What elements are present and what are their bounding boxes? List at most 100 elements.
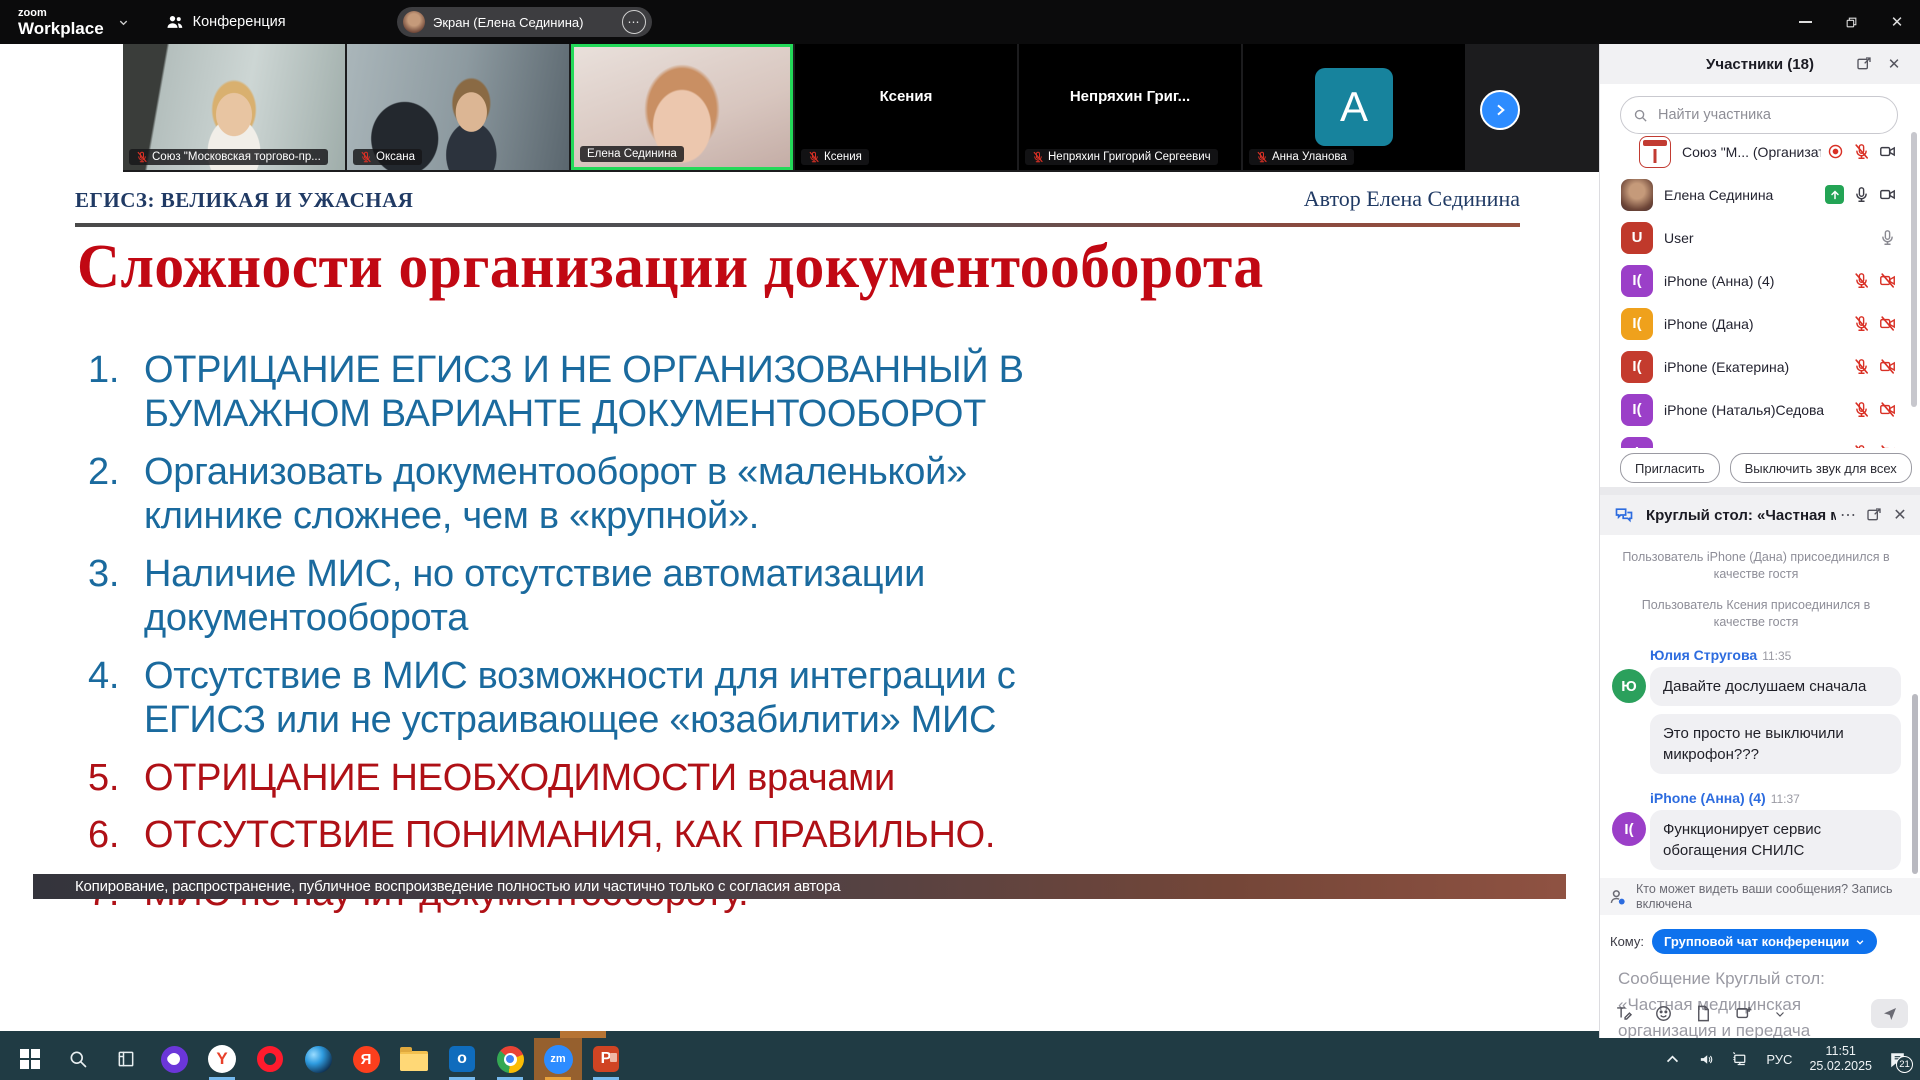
chevron-down-icon[interactable]: [1774, 1008, 1786, 1020]
tab-meeting[interactable]: Конференция: [165, 12, 286, 32]
popout-icon[interactable]: [1862, 503, 1886, 527]
participant-row[interactable]: I: [1600, 431, 1906, 448]
taskbar-start[interactable]: [6, 1038, 54, 1080]
camera-off-icon: [1879, 401, 1896, 418]
volume-icon[interactable]: [1698, 1051, 1715, 1068]
taskbar-opera[interactable]: [246, 1038, 294, 1080]
participant-list: Союз "М... (Организатор, я)Елена Сединин…: [1600, 130, 1906, 448]
participant-row[interactable]: Елена Сединина: [1600, 173, 1906, 216]
action-center-icon[interactable]: 21: [1889, 1051, 1906, 1068]
slide-title: Сложности организации документооборота: [77, 232, 1264, 303]
video-name-label: Непряхин Григорий Сергеевич: [1025, 149, 1218, 165]
mic-off-icon: [1256, 151, 1268, 163]
participant-row[interactable]: UUser: [1600, 216, 1906, 259]
more-options-icon[interactable]: ⋯: [622, 10, 646, 34]
tray-expand-icon[interactable]: [1664, 1051, 1681, 1068]
tray-time: 11:51: [1809, 1044, 1872, 1059]
chat-scrollbar[interactable]: [1912, 694, 1918, 874]
participants-scrollbar[interactable]: [1911, 132, 1917, 407]
message-row: I(Функционирует сервис обогащения СНИЛС: [1612, 810, 1912, 870]
tab-screen-share[interactable]: Экран (Елена Сединина) ⋯: [397, 7, 652, 37]
item-number: 6.: [88, 813, 144, 857]
send-button[interactable]: [1871, 999, 1908, 1028]
mic-off-icon: [1853, 272, 1870, 289]
taskbar-powerpoint[interactable]: P: [582, 1038, 630, 1080]
item-text: ОТРИЦАНИЕ НЕОБХОДИМОСТИ врачами: [144, 756, 1084, 800]
item-text: Организовать документооборот в «маленько…: [144, 450, 1084, 539]
clock[interactable]: 11:51 25.02.2025: [1809, 1044, 1872, 1074]
format-text-icon[interactable]: [1614, 1004, 1633, 1023]
participant-row[interactable]: I(iPhone (Дана): [1600, 302, 1906, 345]
chat-header: Круглый стол: «Частная м... ⋯ ✕: [1600, 495, 1920, 535]
video-tile-1[interactable]: Союз "Московская торгово-пр...: [123, 44, 345, 170]
restore-button[interactable]: [1828, 0, 1874, 44]
taskbar-alice[interactable]: [150, 1038, 198, 1080]
recipient-selector[interactable]: Групповой чат конференции: [1652, 929, 1877, 954]
shared-screen-area: ЕГИСЗ: ВЕЛИКАЯ И УЖАСНАЯ Автор Елена Сед…: [0, 44, 1599, 1031]
participant-row[interactable]: Союз "М... (Организатор, я): [1600, 130, 1906, 173]
video-tile-2[interactable]: Оксана: [347, 44, 569, 170]
screenshot-icon[interactable]: [1734, 1004, 1753, 1023]
taskbar-outlook[interactable]: o: [438, 1038, 486, 1080]
taskbar-telegram[interactable]: [294, 1038, 342, 1080]
slide-divider: [75, 223, 1520, 227]
taskbar-task-view[interactable]: [102, 1038, 150, 1080]
taskbar-yandex[interactable]: Я: [342, 1038, 390, 1080]
close-icon[interactable]: ✕: [1888, 503, 1912, 527]
chat-more-icon[interactable]: ⋯: [1836, 503, 1860, 527]
taskbar-zoom[interactable]: zm: [534, 1038, 582, 1080]
mute-all-button[interactable]: Выключить звук для всех: [1730, 453, 1912, 483]
next-videos-button[interactable]: [1480, 90, 1520, 130]
search-input[interactable]: [1656, 106, 1885, 124]
alice-icon: [161, 1046, 188, 1073]
minimize-button[interactable]: [1782, 0, 1828, 44]
taskbar-yandex-browser[interactable]: Y: [198, 1038, 246, 1080]
item-number: 2.: [88, 450, 144, 539]
video-tile-6[interactable]: AАнна Уланова: [1243, 44, 1465, 170]
invite-button[interactable]: Пригласить: [1620, 453, 1720, 483]
avatar: I(: [1621, 394, 1653, 426]
zoom-app-icon: zm: [544, 1045, 573, 1074]
participant-row[interactable]: I(iPhone (Анна) (4): [1600, 259, 1906, 302]
video-thumbnails-strip: Союз "Московская торгово-пр...ОксанаЕлен…: [123, 44, 1600, 172]
presentation-slide: ЕГИСЗ: ВЕЛИКАЯ И УЖАСНАЯ Автор Елена Сед…: [33, 176, 1566, 899]
participant-row[interactable]: I(iPhone (Екатерина): [1600, 345, 1906, 388]
network-icon[interactable]: [1732, 1051, 1749, 1068]
avatar: [1639, 136, 1671, 168]
participant-search-box[interactable]: [1620, 96, 1898, 134]
slide-header-right: Автор Елена Сединина: [1304, 186, 1520, 212]
close-icon[interactable]: ✕: [1882, 52, 1906, 76]
yandex-icon: Я: [353, 1046, 380, 1073]
avatar: I: [1621, 437, 1653, 449]
chat-bubble: Давайте дослушаем сначала: [1650, 667, 1901, 706]
taskbar-file-explorer[interactable]: [390, 1038, 438, 1080]
participants-footer-buttons: Пригласить Выключить звук для всех ⋯: [1600, 453, 1920, 483]
video-tile-5[interactable]: Непряхин Григ...Непряхин Григорий Сергее…: [1019, 44, 1241, 170]
camera-off-icon: [1879, 315, 1896, 332]
participant-status-icons: [1853, 401, 1896, 418]
message-row: ЮДавайте дослушаем сначалаЭто просто не …: [1612, 667, 1912, 774]
item-number: 1.: [88, 348, 144, 437]
taskbar-search[interactable]: [54, 1038, 102, 1080]
yandex-browser-icon: Y: [208, 1045, 236, 1073]
language-indicator[interactable]: РУС: [1766, 1052, 1792, 1067]
video-tile-4[interactable]: КсенияКсения: [795, 44, 1017, 170]
taskbar-chrome[interactable]: [486, 1038, 534, 1080]
chevron-down-icon[interactable]: [118, 17, 129, 28]
message-time: 11:35: [1762, 649, 1791, 663]
window-controls: ✕: [1782, 0, 1920, 44]
close-button[interactable]: ✕: [1874, 0, 1920, 44]
emoji-icon[interactable]: [1654, 1004, 1673, 1023]
slide-copyright-bar: Копирование, распространение, публичное …: [33, 874, 1566, 899]
video-tile-3[interactable]: Елена Сединина: [571, 44, 793, 170]
camera-off-icon: [1879, 444, 1896, 448]
participant-name: iPhone (Дана): [1664, 316, 1847, 332]
participant-row[interactable]: I(iPhone (Наталья)Седова: [1600, 388, 1906, 431]
attach-file-icon[interactable]: [1694, 1004, 1713, 1023]
camera-off-icon: [1879, 358, 1896, 375]
tab-screen-label: Экран (Елена Сединина): [433, 15, 614, 30]
slide-header-left: ЕГИСЗ: ВЕЛИКАЯ И УЖАСНАЯ: [75, 188, 413, 213]
popout-icon[interactable]: [1852, 52, 1876, 76]
telegram-icon: [305, 1046, 332, 1073]
item-text: ОТРИЦАНИЕ ЕГИСЗ И НЕ ОРГАНИЗОВАННЫЙ В БУ…: [144, 348, 1084, 437]
